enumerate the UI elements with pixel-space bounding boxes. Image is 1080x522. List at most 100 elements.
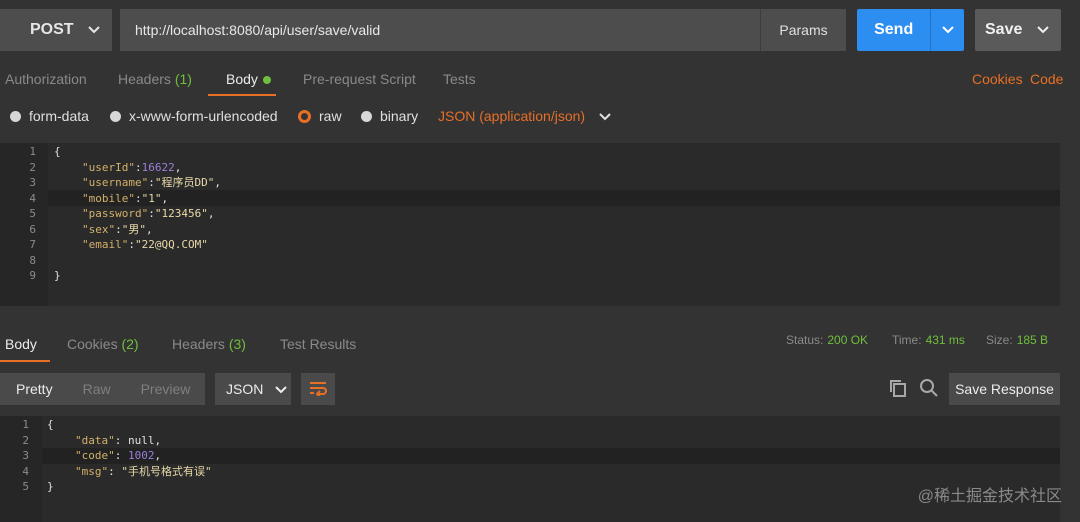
response-body-viewer[interactable]: 12345 { "data": null, "code": 1002, "msg":… bbox=[0, 416, 1060, 522]
code-line: "email":"22@QQ.COM" bbox=[82, 237, 208, 253]
tab-label: Body bbox=[5, 336, 37, 352]
line-number: 6 bbox=[29, 222, 36, 236]
json-sep: : bbox=[134, 160, 142, 174]
save-response-button[interactable]: Save Response bbox=[949, 373, 1060, 405]
copy-icon bbox=[888, 378, 908, 401]
tab-body[interactable]: Body bbox=[226, 62, 271, 96]
json-key: "sex" bbox=[82, 222, 116, 236]
raw-button[interactable]: Raw bbox=[83, 381, 111, 397]
code-line: "password":"123456", bbox=[82, 206, 214, 222]
url-input[interactable]: http://localhost:8080/api/user/save/vali… bbox=[120, 9, 760, 51]
json-value: "22@QQ.COM" bbox=[134, 238, 208, 251]
json-sep: : bbox=[115, 222, 122, 236]
pretty-button[interactable]: Pretty bbox=[16, 381, 53, 397]
save-button[interactable]: Save bbox=[975, 9, 1061, 51]
params-button[interactable]: Params bbox=[760, 9, 846, 51]
code-line: "sex":"男", bbox=[82, 222, 153, 238]
line-number: 2 bbox=[22, 433, 29, 447]
json-value: "男" bbox=[121, 222, 146, 236]
line-number: 1 bbox=[22, 418, 29, 431]
json-sep: : bbox=[148, 176, 155, 189]
radio-raw[interactable]: raw bbox=[298, 108, 342, 124]
size-readout: Size: 185 B bbox=[986, 325, 1048, 355]
tab-count: (2) bbox=[121, 336, 139, 352]
tab-response-headers[interactable]: Headers (3) bbox=[172, 325, 246, 363]
tab-response-cookies[interactable]: Cookies (2) bbox=[67, 325, 139, 363]
tab-label: Headers bbox=[118, 71, 171, 87]
radio-label: binary bbox=[380, 108, 419, 124]
cookies-link[interactable]: Cookies bbox=[972, 62, 1023, 96]
radio-form-data[interactable]: form-data bbox=[10, 108, 89, 124]
format-select[interactable]: JSON bbox=[215, 373, 291, 405]
json-tail: , bbox=[161, 191, 169, 205]
content-type-label: JSON (application/json) bbox=[438, 108, 586, 124]
line-number: 3 bbox=[22, 449, 29, 462]
json-key: "code" bbox=[75, 449, 115, 462]
send-dropdown[interactable] bbox=[930, 9, 964, 51]
tab-prerequest-script[interactable]: Pre-request Script bbox=[303, 62, 416, 96]
line-number: 4 bbox=[22, 464, 29, 478]
json-key: "userId" bbox=[82, 160, 135, 174]
line-number: 9 bbox=[29, 269, 36, 282]
radio-circle bbox=[110, 110, 121, 122]
json-tail: , bbox=[146, 222, 153, 236]
tab-label: Body bbox=[226, 71, 258, 87]
json-sep: : bbox=[114, 433, 128, 447]
chevron-down-icon bbox=[941, 21, 954, 39]
chevron-down-icon[interactable] bbox=[1037, 21, 1049, 39]
send-button[interactable]: Send bbox=[857, 9, 964, 51]
code-line: } bbox=[47, 480, 54, 493]
tab-tests[interactable]: Tests bbox=[443, 62, 476, 96]
chevron-down-icon bbox=[87, 21, 100, 39]
search-button[interactable] bbox=[917, 377, 941, 401]
time-readout: Time: 431 ms bbox=[892, 325, 965, 355]
copy-button[interactable] bbox=[886, 377, 910, 401]
tab-label: Authorization bbox=[5, 71, 87, 87]
line-number: 8 bbox=[29, 253, 36, 267]
tab-label: Pre-request Script bbox=[303, 71, 416, 87]
tab-count: (1) bbox=[174, 71, 192, 87]
json-tail: , bbox=[214, 176, 221, 189]
json-key: "data" bbox=[75, 433, 115, 447]
tab-headers[interactable]: Headers (1) bbox=[118, 62, 192, 96]
radio-label: form-data bbox=[29, 108, 89, 124]
code-line: "userId":16622, bbox=[82, 160, 181, 176]
chevron-down-icon bbox=[599, 108, 611, 124]
json-value: null bbox=[128, 433, 155, 447]
tab-response-body[interactable]: Body bbox=[5, 325, 37, 363]
request-body-editor[interactable]: 123456789 { "userId":16622, "username":"程… bbox=[0, 143, 1060, 306]
current-line-highlight bbox=[48, 190, 1060, 206]
format-label: JSON bbox=[226, 381, 264, 397]
method-select[interactable]: POST bbox=[0, 9, 112, 51]
tab-count: (3) bbox=[228, 336, 246, 352]
url-text: http://localhost:8080/api/user/save/vali… bbox=[135, 22, 381, 38]
line-number: 2 bbox=[29, 160, 36, 174]
radio-urlencoded[interactable]: x-www-form-urlencoded bbox=[110, 108, 278, 124]
radio-binary[interactable]: binary bbox=[361, 108, 418, 124]
json-value: 16622 bbox=[141, 160, 175, 174]
search-icon bbox=[919, 378, 939, 401]
preview-button[interactable]: Preview bbox=[141, 381, 191, 397]
json-value: "1" bbox=[141, 191, 162, 205]
radio-circle-selected bbox=[298, 109, 311, 123]
watermark: @稀土掘金技术社区 bbox=[917, 488, 1062, 505]
tab-test-results[interactable]: Test Results bbox=[280, 325, 356, 363]
code-link[interactable]: Code bbox=[1030, 62, 1063, 96]
size-value: 185 B bbox=[1016, 333, 1049, 347]
radio-label: x-www-form-urlencoded bbox=[129, 108, 278, 124]
json-value: "手机号格式有误" bbox=[121, 464, 212, 478]
json-tail: , bbox=[174, 160, 182, 174]
status-readout: Status: 200 OK bbox=[786, 325, 868, 355]
content-type-select[interactable]: JSON (application/json) bbox=[438, 108, 611, 124]
response-tabs: Body Cookies (2) Headers (3) Test Result… bbox=[0, 325, 780, 363]
code-line: { bbox=[54, 145, 61, 158]
size-label: Size: bbox=[986, 333, 1013, 347]
json-sep: : bbox=[148, 207, 155, 220]
active-tab-indicator bbox=[208, 94, 276, 96]
current-line-highlight bbox=[42, 448, 1060, 464]
json-tail: , bbox=[207, 207, 215, 220]
code-line: } bbox=[54, 269, 61, 282]
save-response-label: Save Response bbox=[955, 381, 1054, 397]
wrap-lines-button[interactable] bbox=[301, 373, 335, 405]
tab-authorization[interactable]: Authorization bbox=[5, 62, 87, 96]
